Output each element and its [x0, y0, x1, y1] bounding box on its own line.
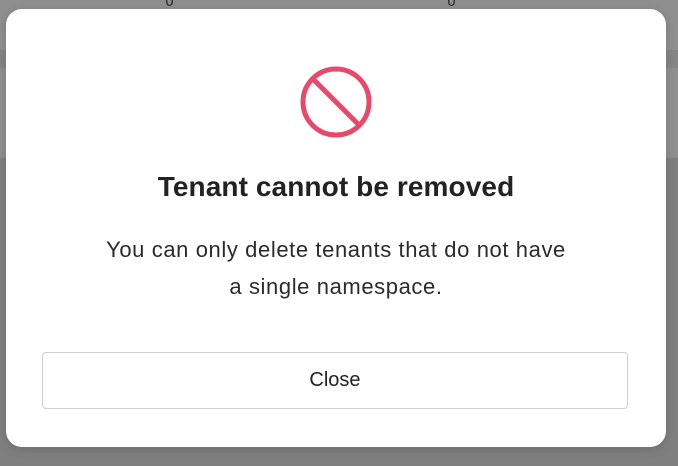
dialog-message-line: a single namespace.	[229, 274, 443, 299]
error-dialog: Tenant cannot be removed You can only de…	[6, 9, 666, 447]
dialog-title: Tenant cannot be removed	[157, 171, 515, 202]
close-button[interactable]: Close	[42, 352, 628, 409]
dialog-message: You can only delete tenants that do not …	[66, 231, 606, 305]
prohibited-icon	[300, 66, 372, 138]
dialog-message-line: You can only delete tenants that do not …	[106, 237, 566, 262]
